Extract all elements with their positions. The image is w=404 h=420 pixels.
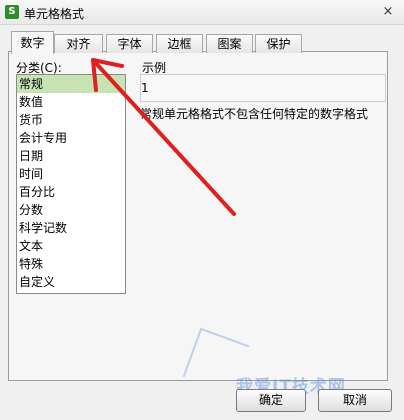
tab-font[interactable]: 字体 [106,34,153,53]
sample-value: 1 [141,81,149,95]
category-item-scientific[interactable]: 科学记数 [17,219,125,237]
format-description: 常规单元格格式不包含任何特定的数字格式 [140,107,369,121]
app-icon: S [5,5,19,19]
title-bar: S 单元格格式 × [0,0,404,25]
category-list[interactable]: 常规 数值 货币 会计专用 日期 时间 百分比 分数 科学记数 文本 特殊 自定… [16,74,126,294]
tab-protection[interactable]: 保护 [255,34,302,53]
close-button[interactable]: × [378,3,398,21]
category-item-fraction[interactable]: 分数 [17,201,125,219]
category-item-accounting[interactable]: 会计专用 [17,129,125,147]
category-item-time[interactable]: 时间 [17,165,125,183]
tab-alignment[interactable]: 对齐 [54,34,103,53]
category-item-text[interactable]: 文本 [17,237,125,255]
window-title: 单元格格式 [24,7,85,21]
tab-pattern[interactable]: 图案 [206,34,253,53]
category-item-general[interactable]: 常规 [17,75,125,93]
tab-number[interactable]: 数字 [11,31,54,54]
category-item-date[interactable]: 日期 [17,147,125,165]
category-item-currency[interactable]: 货币 [17,111,125,129]
cancel-button[interactable]: 取消 [318,389,392,412]
category-item-number[interactable]: 数值 [17,93,125,111]
tab-border[interactable]: 边框 [156,34,203,53]
category-item-custom[interactable]: 自定义 [17,273,125,291]
ok-button[interactable]: 确定 [236,389,306,412]
category-item-special[interactable]: 特殊 [17,255,125,273]
sample-box [140,74,386,102]
category-item-percentage[interactable]: 百分比 [17,183,125,201]
